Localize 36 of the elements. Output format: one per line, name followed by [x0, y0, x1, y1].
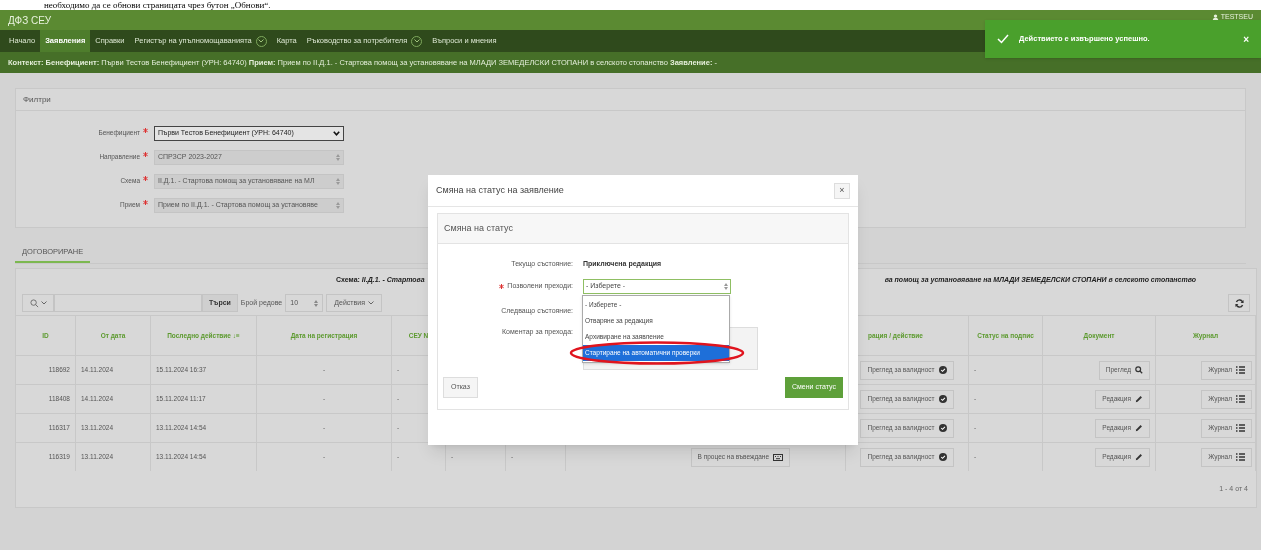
list-icon	[1236, 453, 1245, 461]
checkmark-icon	[997, 34, 1009, 44]
panel-title: Смяна на статус	[438, 214, 848, 244]
app-title: ДФЗ СЕУ	[8, 13, 52, 28]
check-circle-icon	[938, 395, 947, 403]
sort-arrows-icon	[336, 201, 340, 209]
close-button[interactable]: ×	[834, 182, 850, 199]
pencil-icon	[1135, 395, 1143, 403]
sort-arrows-icon	[314, 299, 319, 307]
list-icon	[1236, 366, 1245, 374]
refresh-button[interactable]	[1228, 294, 1250, 312]
sort-arrows-icon	[724, 282, 728, 290]
panel-title: Филтри	[16, 89, 1245, 111]
pencil-icon	[1135, 453, 1143, 461]
check-circle-icon	[938, 424, 947, 432]
user-icon	[1211, 13, 1219, 21]
search-icon	[1135, 366, 1143, 374]
chevron-down-icon	[333, 130, 340, 136]
chevron-down-icon	[258, 39, 265, 43]
sort-arrows-icon	[336, 177, 340, 185]
search-icon	[29, 298, 39, 308]
refresh-icon	[1234, 298, 1244, 308]
sort-arrows-icon	[336, 153, 340, 161]
dialog-title: Смяна на статус на заявление	[436, 183, 564, 197]
document-text: необходимо да се обнови страницата чрез бутон „Обнови“.	[44, 0, 271, 10]
keyboard-icon	[773, 453, 783, 461]
check-circle-icon	[938, 453, 947, 461]
pencil-icon	[1135, 424, 1143, 432]
search-filter-button[interactable]	[22, 294, 54, 312]
chevron-down-icon	[367, 301, 374, 305]
chevron-down-icon	[413, 39, 420, 43]
check-circle-icon	[938, 366, 947, 374]
list-icon	[1236, 395, 1245, 403]
list-icon	[1236, 424, 1245, 432]
chevron-down-icon	[40, 301, 47, 305]
close-button[interactable]: ×	[1243, 31, 1249, 47]
